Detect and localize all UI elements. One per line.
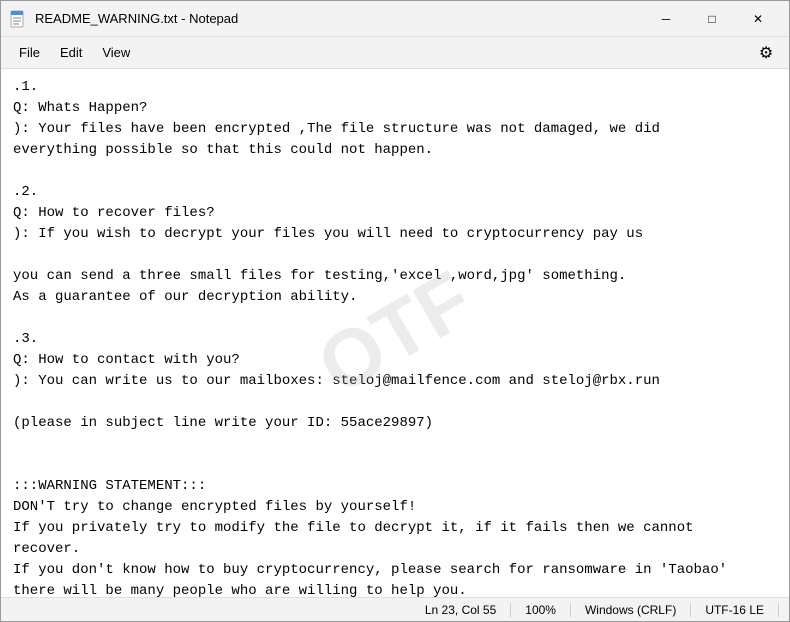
status-bar: Ln 23, Col 55 100% Windows (CRLF) UTF-16… xyxy=(1,597,789,621)
status-zoom: 100% xyxy=(511,603,571,617)
app-icon xyxy=(9,10,27,28)
status-line-col: Ln 23, Col 55 xyxy=(411,603,511,617)
notepad-window: README_WARNING.txt - Notepad ─ □ ✕ File … xyxy=(0,0,790,622)
editor-content[interactable]: .1. Q: Whats Happen? ): Your files have … xyxy=(1,69,789,597)
title-bar: README_WARNING.txt - Notepad ─ □ ✕ xyxy=(1,1,789,37)
status-line-ending: Windows (CRLF) xyxy=(571,603,691,617)
status-encoding: UTF-16 LE xyxy=(691,603,779,617)
close-button[interactable]: ✕ xyxy=(735,1,781,37)
menu-bar: File Edit View ⚙ xyxy=(1,37,789,69)
menu-file[interactable]: File xyxy=(9,41,50,64)
menu-edit[interactable]: Edit xyxy=(50,41,92,64)
editor-area[interactable]: OTF .1. Q: Whats Happen? ): Your files h… xyxy=(1,69,789,597)
menu-view[interactable]: View xyxy=(92,41,140,64)
window-controls: ─ □ ✕ xyxy=(643,1,781,37)
settings-icon[interactable]: ⚙ xyxy=(751,38,781,68)
minimize-button[interactable]: ─ xyxy=(643,1,689,37)
window-title: README_WARNING.txt - Notepad xyxy=(35,11,643,26)
maximize-button[interactable]: □ xyxy=(689,1,735,37)
